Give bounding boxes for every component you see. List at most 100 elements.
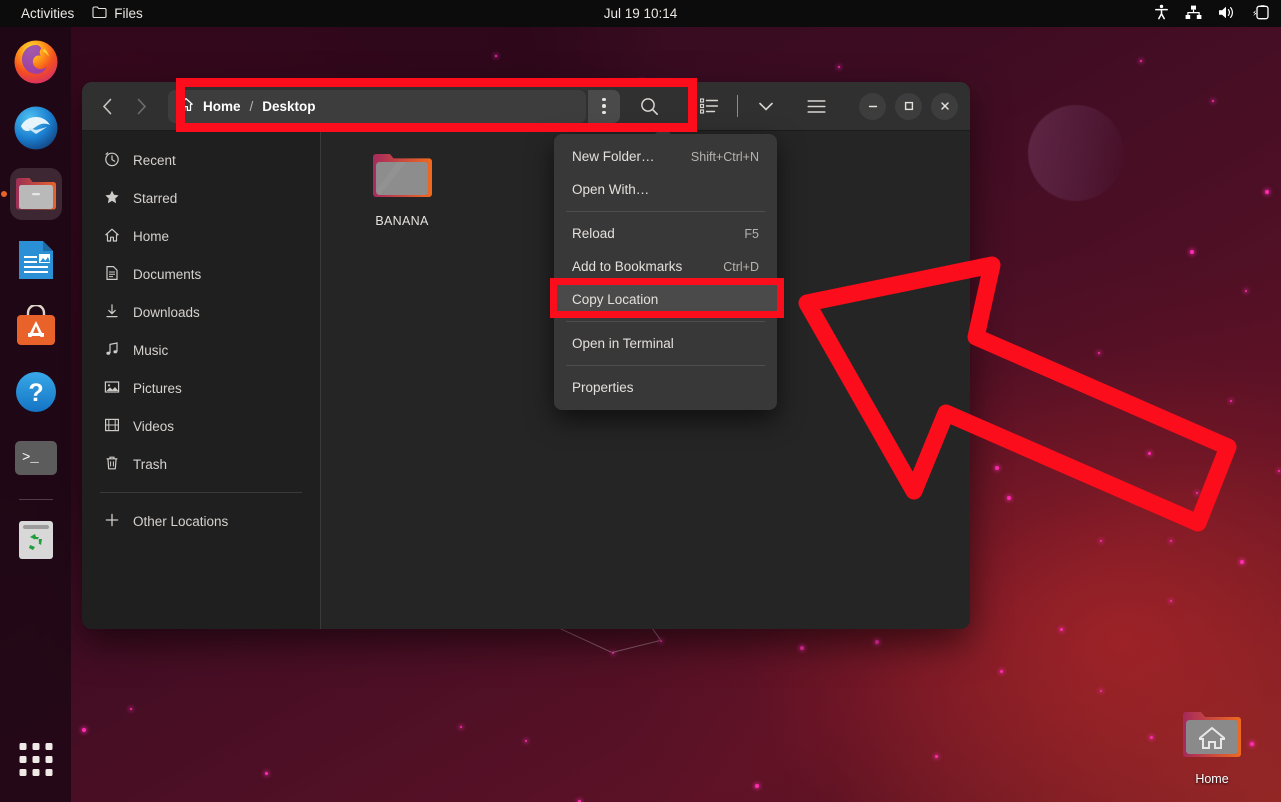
menu-item-open-with[interactable]: Open With… [554, 173, 777, 206]
wallpaper-star [1140, 60, 1142, 62]
wallpaper-star [1150, 736, 1153, 739]
sidebar: Recent Starred Home Documents [82, 131, 320, 629]
wallpaper-star [1170, 540, 1172, 542]
sidebar-item-starred[interactable]: Starred [82, 179, 320, 217]
volume-icon[interactable] [1218, 5, 1236, 23]
dock-item-trash[interactable] [10, 514, 62, 566]
sidebar-item-documents[interactable]: Documents [82, 255, 320, 293]
folder-icon [371, 150, 433, 202]
wallpaper-star [1278, 470, 1280, 472]
dock-item-terminal[interactable]: >_ [10, 432, 62, 484]
forward-button[interactable] [124, 89, 158, 123]
wallpaper-star [495, 55, 497, 57]
dock-item-ubuntu-software[interactable] [10, 300, 62, 352]
sidebar-item-label: Music [133, 343, 168, 358]
activities-button[interactable]: Activities [12, 0, 83, 27]
music-note-icon [104, 341, 120, 360]
sidebar-item-other-locations[interactable]: Other Locations [82, 502, 320, 540]
wallpaper-constellation-line [612, 640, 660, 653]
path-bar-menu-button[interactable] [588, 90, 620, 123]
sidebar-item-label: Pictures [133, 381, 182, 396]
plus-icon [104, 512, 120, 531]
grid-dot [32, 756, 39, 763]
app-menu-files[interactable]: Files [83, 0, 152, 27]
dock-item-firefox[interactable] [10, 36, 62, 88]
wallpaper-star [82, 728, 86, 732]
sidebar-item-pictures[interactable]: Pictures [82, 369, 320, 407]
files-folder-icon [14, 174, 58, 214]
menu-item-label: Copy Location [572, 292, 658, 307]
wallpaper-star [935, 755, 938, 758]
back-button[interactable] [90, 89, 124, 123]
wallpaper-star [525, 740, 527, 742]
accessibility-icon[interactable] [1154, 4, 1169, 23]
wallpaper-star [1007, 496, 1011, 500]
dock-item-help[interactable]: ? [10, 366, 62, 418]
system-tray[interactable] [1154, 4, 1271, 23]
path-bar[interactable]: Home / Desktop [168, 90, 586, 123]
menu-item-reload[interactable]: Reload F5 [554, 217, 777, 250]
thunderbird-icon [13, 105, 59, 151]
maximize-button[interactable] [895, 93, 922, 120]
menu-item-new-folder[interactable]: New Folder… Shift+Ctrl+N [554, 140, 777, 173]
document-icon [104, 265, 120, 284]
window-header-bar: Home / Desktop [82, 82, 970, 131]
wallpaper-star [265, 772, 268, 775]
menu-item-add-to-bookmarks[interactable]: Add to Bookmarks Ctrl+D [554, 250, 777, 283]
menu-item-label: Properties [572, 380, 634, 395]
sidebar-item-recent[interactable]: Recent [82, 141, 320, 179]
dock-item-libreoffice[interactable] [10, 234, 62, 286]
menu-item-properties[interactable]: Properties [554, 371, 777, 404]
ubuntu-software-icon [15, 305, 57, 347]
file-manager-window: Home / Desktop [82, 82, 970, 629]
wallpaper-star [1250, 742, 1254, 746]
wallpaper-star [838, 66, 840, 68]
wallpaper-star [1170, 600, 1172, 602]
minimize-button[interactable] [859, 93, 886, 120]
sidebar-item-trash[interactable]: Trash [82, 445, 320, 483]
menu-item-accelerator: F5 [744, 227, 759, 241]
wallpaper-star [1000, 670, 1003, 673]
breadcrumb-current[interactable]: Desktop [262, 99, 315, 114]
sidebar-item-home[interactable]: Home [82, 217, 320, 255]
battery-icon[interactable] [1252, 5, 1271, 23]
sidebar-item-label: Recent [133, 153, 176, 168]
dock-item-files[interactable] [10, 168, 62, 220]
wallpaper-star [130, 708, 132, 710]
grid-dot [19, 769, 26, 776]
sidebar-item-music[interactable]: Music [82, 331, 320, 369]
wallpaper-star [800, 646, 804, 650]
desktop-icon-home[interactable]: Home [1176, 706, 1248, 786]
activities-label: Activities [21, 6, 74, 21]
menu-separator [566, 321, 765, 322]
app-menu-label: Files [114, 6, 143, 21]
network-icon[interactable] [1185, 5, 1202, 23]
grid-dot [19, 743, 26, 750]
dock: ? >_ [0, 27, 71, 802]
show-applications-button[interactable] [19, 743, 52, 776]
menu-item-copy-location[interactable]: Copy Location [554, 283, 777, 316]
menu-separator [566, 365, 765, 366]
dock-item-thunderbird[interactable] [10, 102, 62, 154]
clock-icon [104, 151, 120, 170]
clock-label: Jul 19 10:14 [604, 6, 678, 21]
toolbar-divider [737, 95, 738, 117]
menu-item-open-in-terminal[interactable]: Open in Terminal [554, 327, 777, 360]
file-item-banana[interactable]: BANANA [346, 150, 458, 228]
breadcrumb-home[interactable]: Home [203, 99, 241, 114]
sidebar-item-label: Starred [133, 191, 177, 206]
home-folder-icon [1180, 706, 1244, 764]
close-button[interactable] [931, 93, 958, 120]
view-list-button[interactable] [692, 89, 726, 123]
sidebar-separator [100, 492, 302, 493]
view-dropdown-button[interactable] [749, 89, 783, 123]
grid-dot [32, 743, 39, 750]
grid-dot [19, 756, 26, 763]
menu-item-label: Add to Bookmarks [572, 259, 682, 274]
sidebar-item-downloads[interactable]: Downloads [82, 293, 320, 331]
three-dots-vertical-icon [602, 98, 606, 115]
sidebar-item-videos[interactable]: Videos [82, 407, 320, 445]
search-button[interactable] [632, 89, 666, 123]
main-menu-button[interactable] [799, 89, 833, 123]
clock[interactable]: Jul 19 10:14 [0, 6, 1281, 21]
